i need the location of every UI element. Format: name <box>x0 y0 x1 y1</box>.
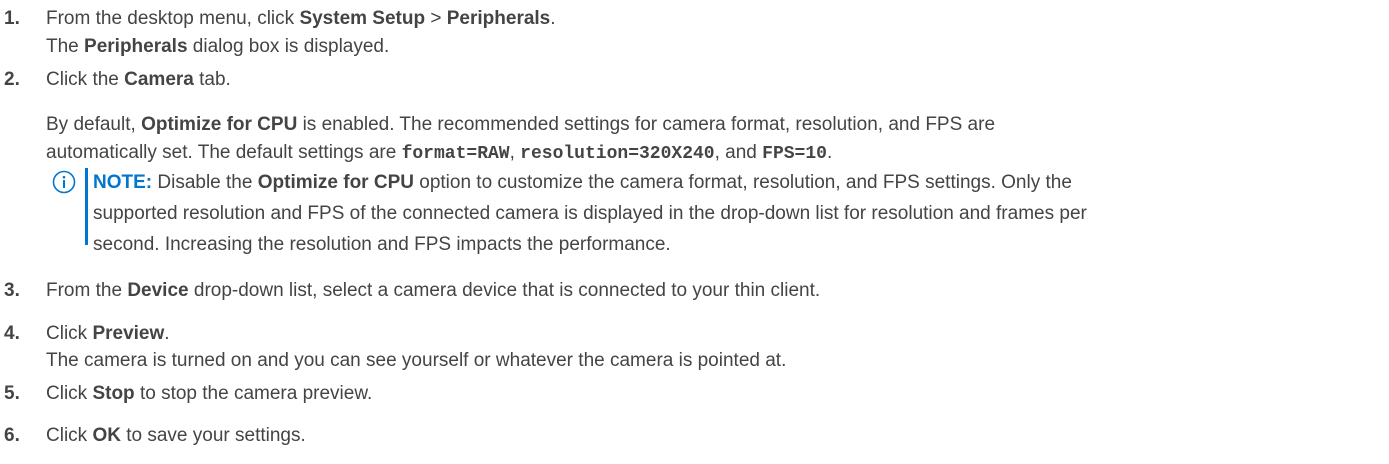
step-4-line-1: Click Preview. <box>46 323 170 344</box>
step-2-line-3: automatically set. The default settings … <box>46 142 833 164</box>
step-3-line-1: From the Device drop-down list, select a… <box>46 280 821 301</box>
step-4-line-2: The camera is turned on and you can see … <box>46 350 787 371</box>
step-number: 5. <box>4 383 20 404</box>
note-bar <box>85 168 88 245</box>
note-line-2: supported resolution and FPS of the conn… <box>93 203 1087 224</box>
step-1-line-1: From the desktop menu, click System Setu… <box>46 8 556 29</box>
step-number: 2. <box>4 69 20 90</box>
procedure-steps: 1. From the desktop menu, click System S… <box>0 0 1389 464</box>
step-6-line-1: Click OK to save your settings. <box>46 425 306 446</box>
note-line-3: second. Increasing the resolution and FP… <box>93 234 671 255</box>
note-line-1: NOTE: Disable the Optimize for CPU optio… <box>93 172 1072 193</box>
step-1-line-2: The Peripherals dialog box is displayed. <box>46 36 390 57</box>
step-2-line-1: Click the Camera tab. <box>46 69 231 90</box>
step-number: 6. <box>4 425 20 446</box>
info-circle-icon <box>52 170 76 194</box>
step-2-line-2: By default, Optimize for CPU is enabled.… <box>46 114 996 135</box>
step-number: 1. <box>4 8 20 29</box>
step-number: 4. <box>4 323 20 344</box>
step-number: 3. <box>4 280 20 301</box>
step-5-line-1: Click Stop to stop the camera preview. <box>46 383 373 404</box>
